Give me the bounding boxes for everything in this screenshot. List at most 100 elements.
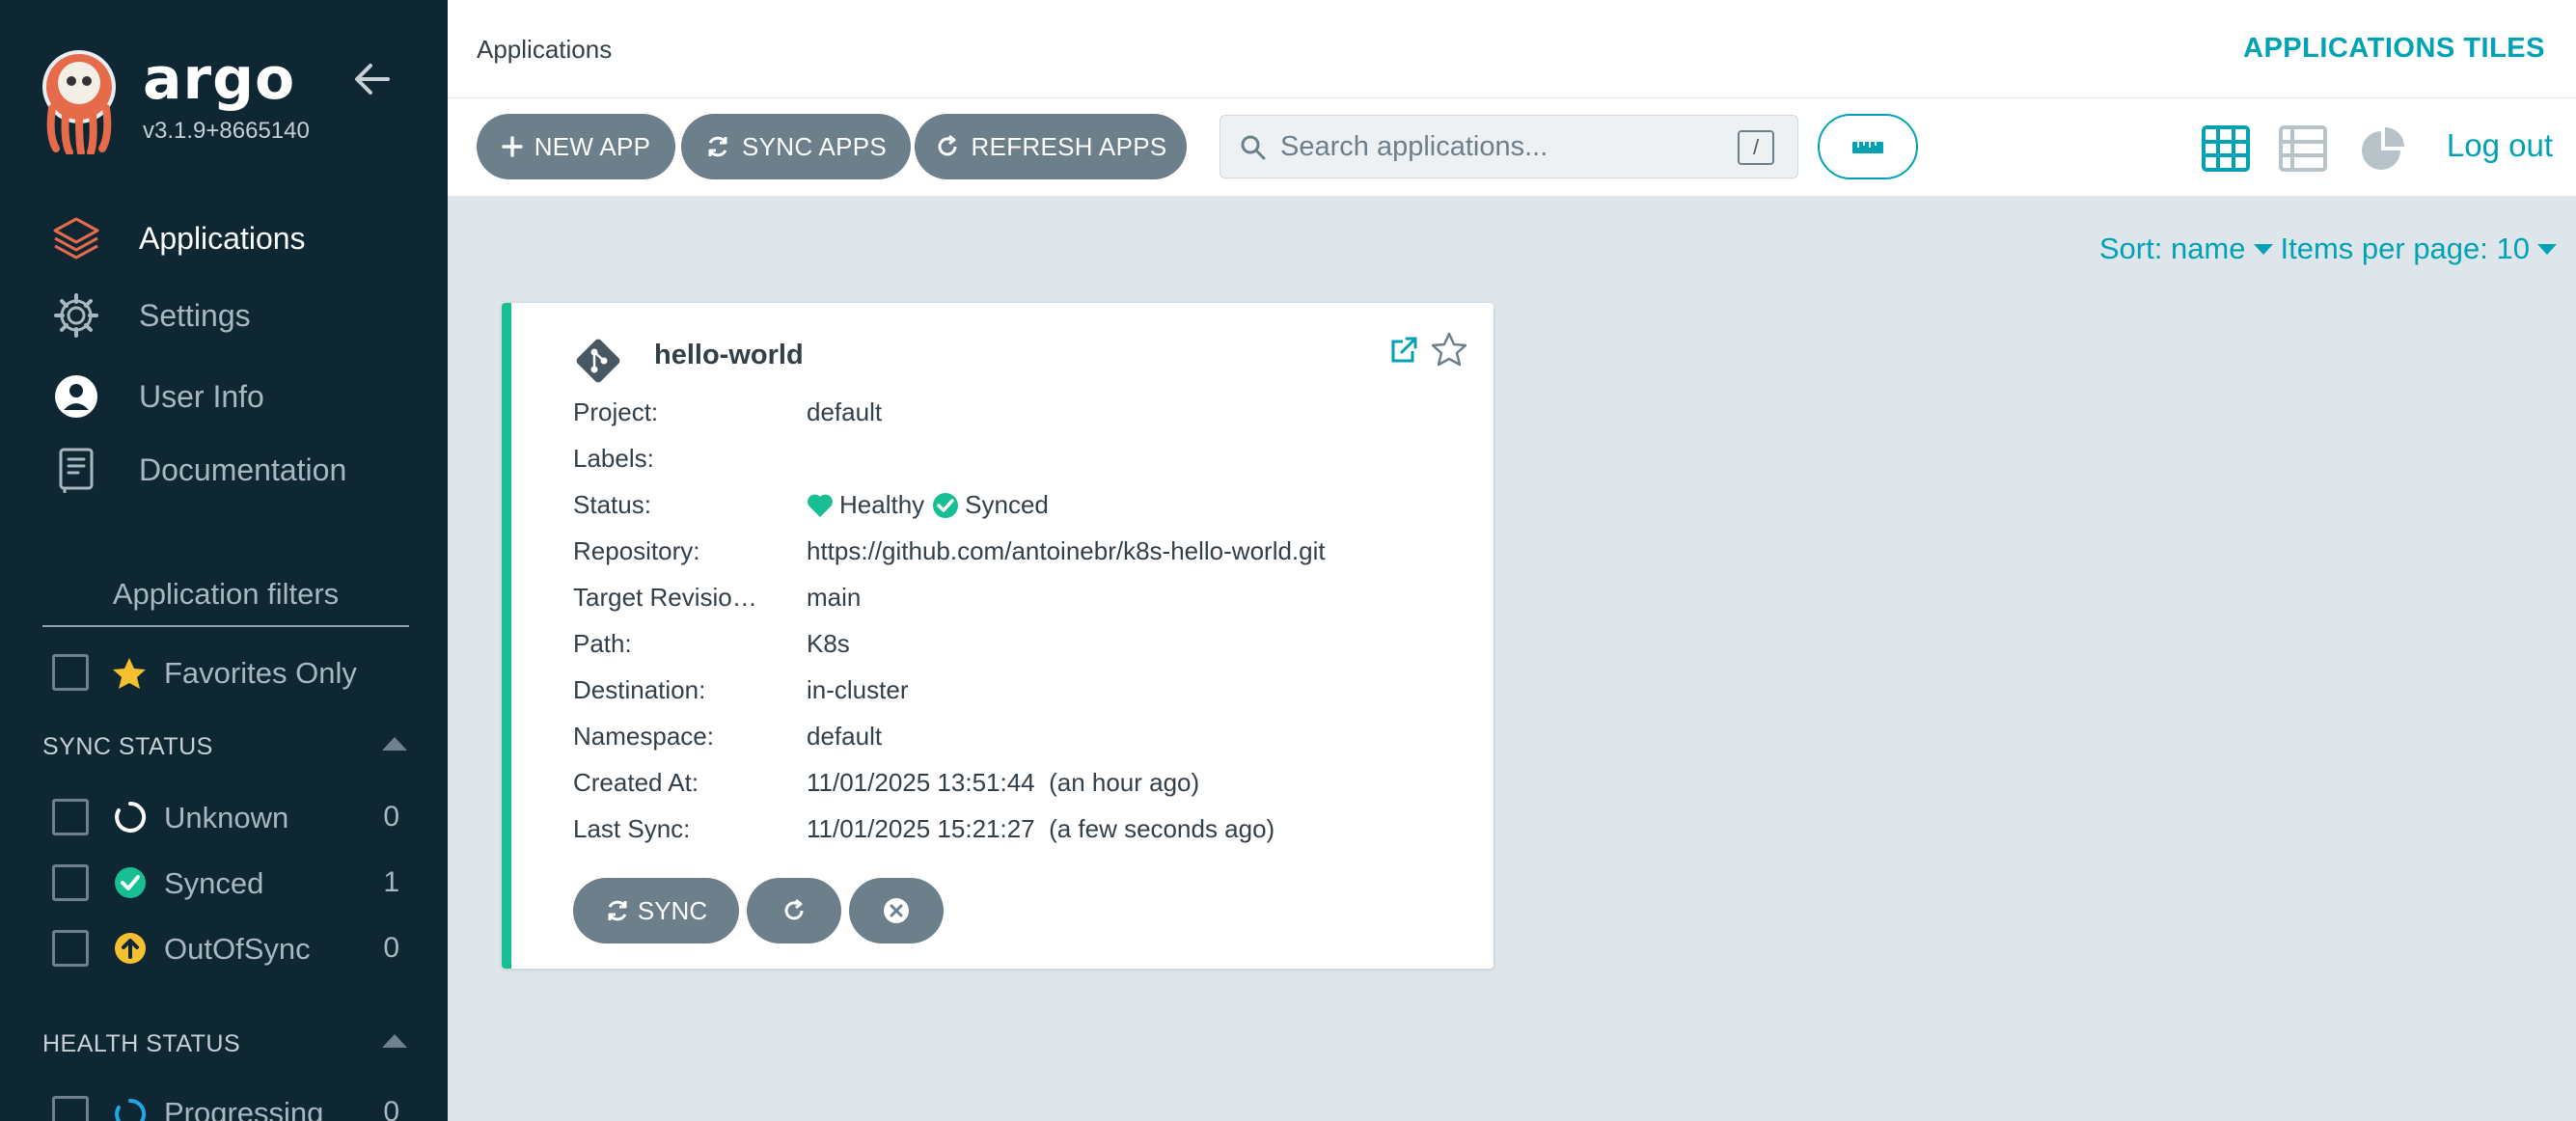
list-icon [2279, 125, 2327, 172]
minimize-filters-button[interactable] [1818, 114, 1918, 179]
ruler-icon [1852, 142, 1883, 153]
favorites-checkbox[interactable] [52, 654, 89, 691]
filter-favorites-only[interactable]: Favorites Only [0, 648, 448, 697]
synced-checkbox[interactable] [52, 864, 89, 901]
sync-status-heading: SYNC STATUS [42, 733, 213, 760]
caret-down-icon [2537, 243, 2557, 255]
close-circle-icon [884, 898, 909, 923]
search-box: / [1219, 115, 1798, 178]
items-per-page-dropdown[interactable]: Items per page: 10 [2280, 232, 2557, 266]
namespace-value: default [807, 722, 883, 751]
repository-value: https://github.com/antoinebr/k8s-hello-w… [807, 536, 1326, 565]
circle-notch-icon [115, 801, 147, 833]
app-tile[interactable]: hello-world Project: default Labels: Sta… [502, 303, 1494, 969]
nav-item-user-info[interactable]: User Info [50, 370, 264, 423]
list-view-button[interactable] [2279, 125, 2327, 172]
repository-key: Repository: [573, 536, 700, 565]
search-input[interactable] [1280, 127, 1705, 166]
check-circle-icon [933, 492, 959, 518]
spinner-icon [115, 1098, 147, 1121]
filter-health-progressing[interactable]: Progressing 0 [0, 1090, 448, 1121]
nav-item-applications[interactable]: Applications [50, 212, 306, 264]
sidebar: argo v3.1.9+8665140 Applications Setting… [0, 0, 448, 1121]
brand-version: v3.1.9+8665140 [143, 118, 310, 144]
sort-label: Sort: name [2098, 232, 2246, 265]
created-at-key: Created At: [573, 768, 699, 797]
argo-logo [39, 48, 120, 154]
filter-sync-synced[interactable]: Synced 1 [0, 859, 448, 907]
synced-label: Synced [164, 866, 264, 900]
nav-label-documentation: Documentation [139, 451, 347, 487]
app-delete-button[interactable] [849, 878, 944, 943]
filter-sync-out-of-sync[interactable]: OutOfSync 0 [0, 924, 448, 972]
created-at-value: 11/01/2025 13:51:44 (an hour ago) [807, 768, 1200, 797]
page-title: Applications [477, 35, 613, 64]
logout-link[interactable]: Log out [2447, 127, 2553, 164]
synced-count: 1 [383, 866, 399, 898]
status-value: Healthy Synced [807, 490, 1049, 520]
user-circle-icon [50, 370, 102, 423]
project-value: default [807, 397, 883, 426]
collapse-sidebar-button[interactable] [351, 58, 394, 100]
app-sync-button[interactable]: SYNC [573, 878, 739, 943]
sync-apps-label: SYNC APPS [741, 131, 888, 161]
new-app-label: NEW APP [534, 131, 651, 161]
refresh-apps-label: REFRESH APPS [971, 131, 1167, 161]
app-sync-label: SYNC [637, 895, 708, 925]
search-shortcut-key: / [1738, 130, 1774, 165]
labels-key: Labels: [573, 444, 654, 473]
caret-down-icon [2253, 243, 2273, 255]
filter-sync-unknown[interactable]: Unknown 0 [0, 793, 448, 841]
filters-title: Application filters [42, 577, 409, 627]
nav-label-settings: Settings [139, 297, 251, 333]
heart-icon [808, 494, 833, 517]
arrow-left-icon [355, 64, 390, 95]
health-status-collapse-caret[interactable] [382, 1034, 407, 1048]
favorite-star-icon[interactable] [1432, 332, 1466, 367]
refresh-icon [935, 134, 960, 159]
health-status-heading: HEALTH STATUS [42, 1030, 241, 1057]
path-key: Path: [573, 629, 632, 658]
refresh-icon [784, 898, 804, 920]
plus-icon [501, 136, 523, 157]
refresh-apps-button[interactable]: REFRESH APPS [915, 114, 1187, 179]
last-sync-value: 11/01/2025 15:21:27 (a few seconds ago) [807, 814, 1275, 843]
status-key: Status: [573, 490, 651, 519]
unknown-checkbox[interactable] [52, 799, 89, 835]
layers-icon [50, 212, 102, 264]
app-name: hello-world [654, 340, 804, 370]
toolbar: NEW APP SYNC APPS REFRESH APPS / Log out [448, 98, 2576, 197]
out-of-sync-count: 0 [383, 932, 399, 964]
destination-value: in-cluster [807, 675, 909, 704]
unknown-count: 0 [383, 801, 399, 833]
top-bar: Applications APPLICATIONS TILES [448, 0, 2576, 98]
tiles-view-button[interactable] [2202, 125, 2250, 172]
search-icon [1241, 135, 1266, 160]
external-link-icon[interactable] [1389, 336, 1418, 365]
unknown-label: Unknown [164, 801, 289, 834]
new-app-button[interactable]: NEW APP [477, 114, 675, 179]
sort-controls: Sort: name Items per page: 10 [2099, 232, 2557, 266]
health-status-text: Healthy [839, 490, 925, 519]
out-of-sync-checkbox[interactable] [52, 930, 89, 967]
nav-item-settings[interactable]: Settings [50, 289, 251, 342]
brand: argo v3.1.9+8665140 [143, 50, 310, 145]
progressing-checkbox[interactable] [52, 1096, 89, 1121]
nav-item-documentation[interactable]: Documentation [50, 444, 346, 496]
destination-key: Destination: [573, 675, 706, 704]
items-per-page-label: Items per page: 10 [2280, 232, 2531, 265]
path-value: K8s [807, 629, 850, 658]
sync-status-text: Synced [965, 490, 1049, 519]
app-refresh-button[interactable] [747, 878, 841, 943]
target-revision-key: Target Revisio… [573, 583, 757, 612]
namespace-key: Namespace: [573, 722, 714, 751]
argo-mascot-icon [42, 50, 116, 154]
sort-dropdown[interactable]: Sort: name [2099, 232, 2281, 266]
favorites-label: Favorites Only [164, 656, 357, 690]
git-icon [576, 339, 620, 383]
sync-apps-button[interactable]: SYNC APPS [681, 114, 911, 179]
star-icon [113, 658, 146, 689]
summary-view-button[interactable] [2358, 125, 2406, 172]
sync-status-collapse-caret[interactable] [382, 737, 407, 751]
progressing-count: 0 [383, 1096, 399, 1121]
